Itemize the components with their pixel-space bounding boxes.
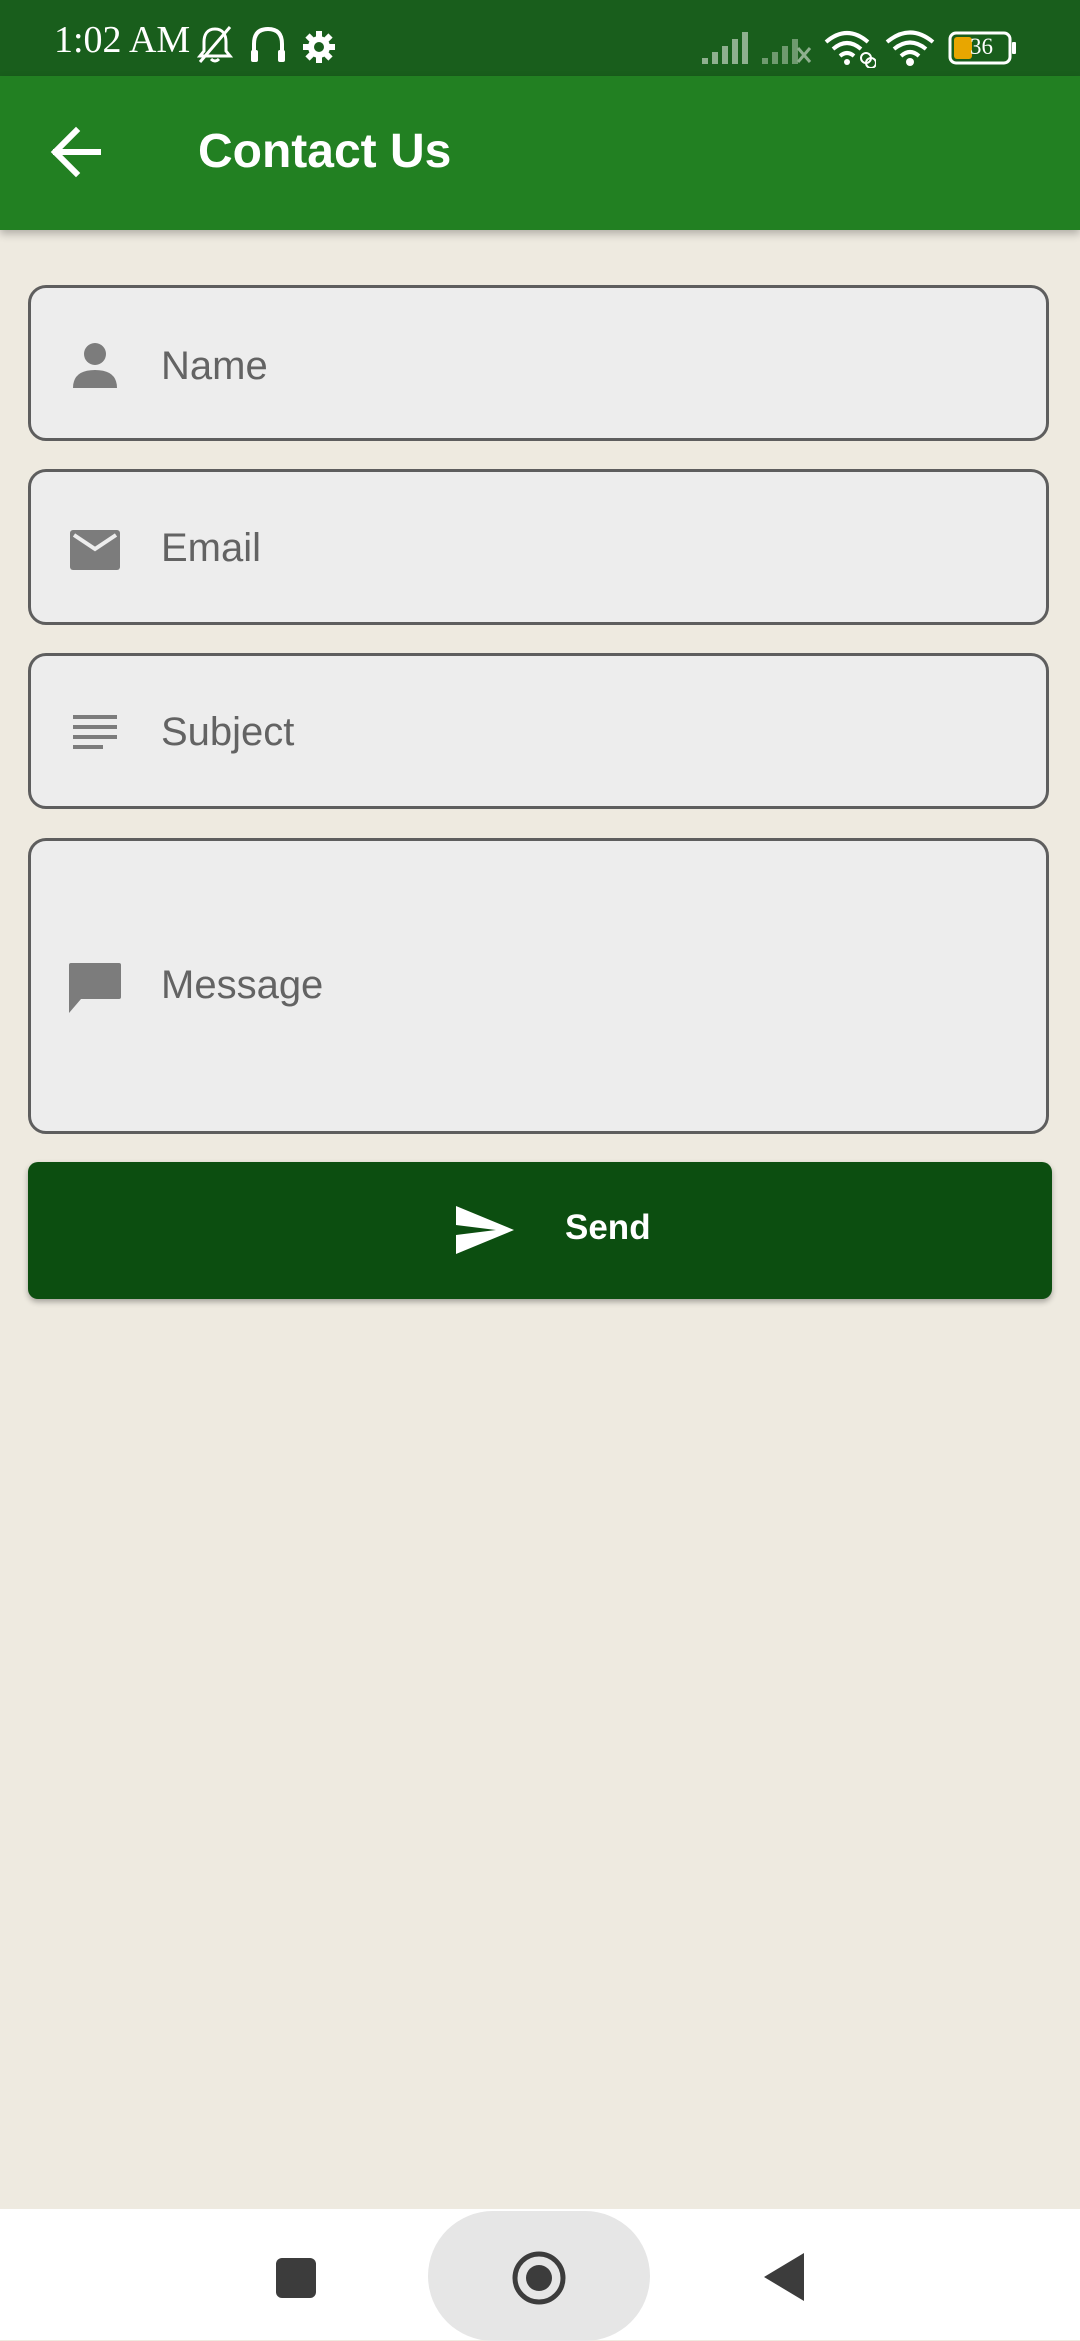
send-label: Send — [565, 1208, 651, 1247]
send-button[interactable]: Send — [28, 1162, 1052, 1299]
subject-lines-icon — [73, 715, 117, 749]
email-field[interactable]: Email — [28, 469, 1049, 625]
wifi-icon — [885, 30, 935, 66]
battery-level: 36 — [970, 34, 993, 59]
subject-field[interactable]: Subject — [28, 653, 1049, 809]
signal-icon — [702, 32, 748, 64]
status-bar: 1:02 AM 36 — [0, 0, 1080, 76]
message-field[interactable]: Message — [28, 838, 1049, 1134]
app-bar: Contact Us — [0, 76, 1080, 230]
back-icon[interactable] — [760, 2251, 806, 2303]
subject-placeholder: Subject — [161, 710, 295, 754]
wifi-link-icon — [824, 31, 876, 68]
navigation-bar — [0, 2209, 1080, 2341]
chat-bubble-icon — [69, 963, 121, 1013]
bell-off-icon — [196, 26, 234, 63]
mail-icon — [70, 530, 120, 570]
message-placeholder: Message — [161, 963, 324, 1007]
name-placeholder: Name — [161, 344, 268, 388]
battery-icon: 36 — [948, 31, 1018, 65]
signal-no-service-icon — [762, 39, 812, 64]
status-time: 1:02 AM — [54, 19, 191, 61]
name-field[interactable]: Name — [28, 285, 1049, 441]
page-title: Contact Us — [198, 125, 452, 178]
person-icon — [73, 343, 117, 388]
recents-icon[interactable] — [276, 2258, 316, 2298]
headset-icon — [251, 26, 285, 62]
send-icon — [456, 1206, 514, 1254]
settings-icon — [303, 31, 335, 63]
email-placeholder: Email — [161, 526, 262, 570]
arrow-left-icon[interactable] — [36, 119, 116, 185]
home-icon[interactable] — [511, 2250, 567, 2306]
